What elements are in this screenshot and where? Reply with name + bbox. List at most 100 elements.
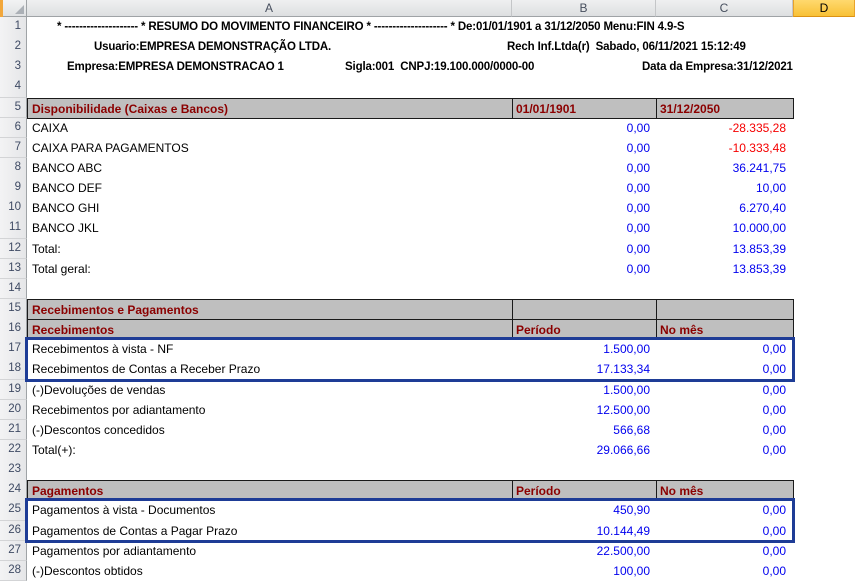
report-sigla-cnpj-label[interactable]: Sigla:001 CNPJ:19.100.000/0000-00: [345, 57, 534, 77]
cell-value-c-row9[interactable]: 10,00: [657, 178, 793, 198]
cell-value-c-row12[interactable]: 13.853,39: [657, 239, 793, 259]
section-cell-a-row16[interactable]: Recebimentos: [27, 319, 513, 340]
cell-label-row21[interactable]: (-)Descontos concedidos: [28, 420, 512, 440]
row-header-2[interactable]: 2: [0, 37, 27, 58]
section-cell-c-row16[interactable]: No mês: [657, 319, 794, 340]
cell-value-c-row6[interactable]: -28.335,28: [657, 118, 793, 138]
cell-value-c-row20[interactable]: 0,00: [657, 400, 793, 420]
row-header-23[interactable]: 23: [0, 460, 27, 481]
row-header-6[interactable]: 6: [0, 118, 27, 139]
section-cell-c-row24[interactable]: No mês: [657, 480, 794, 501]
cell-value-c-row21[interactable]: 0,00: [657, 420, 793, 440]
cell-value-b-row20[interactable]: 12.500,00: [513, 400, 656, 420]
cell-label-row10[interactable]: BANCO GHI: [28, 198, 512, 218]
cell-value-c-row11[interactable]: 10.000,00: [657, 218, 793, 238]
cell-value-c-row8[interactable]: 36.241,75: [657, 158, 793, 178]
cell-label-row12[interactable]: Total:: [28, 239, 512, 259]
cell-value-b-row8[interactable]: 0,00: [513, 158, 656, 178]
cell-value-c-row22[interactable]: 0,00: [657, 440, 793, 460]
row-header-5[interactable]: 5: [0, 98, 27, 119]
row-header-22[interactable]: 22: [0, 440, 27, 461]
row-header-11[interactable]: 11: [0, 218, 27, 239]
section-cell-a-row24[interactable]: Pagamentos: [27, 480, 513, 501]
row-header-17[interactable]: 17: [0, 339, 27, 360]
column-header-c[interactable]: C: [656, 0, 793, 17]
report-vendor-datetime[interactable]: Rech Inf.Ltda(r) Sabado, 06/11/2021 15:1…: [507, 37, 746, 57]
cell-label-row13[interactable]: Total geral:: [28, 259, 512, 279]
row-header-1[interactable]: 1: [0, 17, 27, 38]
row-header-14[interactable]: 14: [0, 279, 27, 300]
cell-label-row28[interactable]: (-)Descontos obtidos: [28, 561, 512, 581]
row-header-8[interactable]: 8: [0, 158, 27, 179]
cell-label-row19[interactable]: (-)Devoluções de vendas: [28, 380, 512, 400]
report-user-label[interactable]: Usuario:EMPRESA DEMONSTRAÇÃO LTDA.: [94, 37, 331, 57]
row-header-7[interactable]: 7: [0, 138, 27, 159]
report-company-date-label[interactable]: Data da Empresa:31/12/2021: [642, 57, 793, 77]
cell-label-row25[interactable]: Pagamentos à vista - Documentos: [28, 500, 512, 520]
cell-value-b-row12[interactable]: 0,00: [513, 239, 656, 259]
cell-value-b-row27[interactable]: 22.500,00: [513, 541, 656, 561]
column-header-a[interactable]: A: [27, 0, 512, 17]
section-cell-b-row16[interactable]: Período: [513, 319, 657, 340]
row-header-3[interactable]: 3: [0, 57, 27, 78]
cell-value-b-row26[interactable]: 10.144,49: [513, 521, 656, 541]
cell-value-b-row22[interactable]: 29.066,66: [513, 440, 656, 460]
column-header-d[interactable]: D: [793, 0, 855, 17]
cell-label-row17[interactable]: Recebimentos à vista - NF: [28, 339, 512, 359]
cell-value-b-row18[interactable]: 17.133,34: [513, 359, 656, 379]
row-header-25[interactable]: 25: [0, 500, 27, 521]
cell-value-b-row11[interactable]: 0,00: [513, 218, 656, 238]
cell-value-b-row19[interactable]: 1.500,00: [513, 380, 656, 400]
section-cell-a-row5[interactable]: Disponibilidade (Caixas e Bancos): [27, 98, 513, 119]
cell-value-b-row7[interactable]: 0,00: [513, 138, 656, 158]
cell-value-c-row10[interactable]: 6.270,40: [657, 198, 793, 218]
section-cell-c-row5[interactable]: 31/12/2050: [657, 98, 794, 119]
cell-label-row27[interactable]: Pagamentos por adiantamento: [28, 541, 512, 561]
cell-label-row8[interactable]: BANCO ABC: [28, 158, 512, 178]
cell-value-b-row10[interactable]: 0,00: [513, 198, 656, 218]
report-title-row1[interactable]: * -------------------- * RESUMO DO MOVIM…: [57, 17, 684, 37]
cell-value-b-row25[interactable]: 450,90: [513, 500, 656, 520]
row-header-12[interactable]: 12: [0, 239, 27, 260]
row-header-16[interactable]: 16: [0, 319, 27, 340]
row-header-24[interactable]: 24: [0, 480, 27, 501]
cell-value-c-row25[interactable]: 0,00: [657, 500, 793, 520]
column-header-b[interactable]: B: [512, 0, 656, 17]
cell-value-b-row17[interactable]: 1.500,00: [513, 339, 656, 359]
cell-label-row18[interactable]: Recebimentos de Contas a Receber Prazo: [28, 359, 512, 379]
cell-value-c-row28[interactable]: 0,00: [657, 561, 793, 581]
row-header-9[interactable]: 9: [0, 178, 27, 199]
cell-value-b-row13[interactable]: 0,00: [513, 259, 656, 279]
cell-label-row26[interactable]: Pagamentos de Contas a Pagar Prazo: [28, 521, 512, 541]
cell-value-c-row26[interactable]: 0,00: [657, 521, 793, 541]
cell-value-b-row21[interactable]: 566,68: [513, 420, 656, 440]
cell-value-c-row19[interactable]: 0,00: [657, 380, 793, 400]
cell-value-c-row18[interactable]: 0,00: [657, 359, 793, 379]
cell-value-b-row9[interactable]: 0,00: [513, 178, 656, 198]
cell-value-c-row13[interactable]: 13.853,39: [657, 259, 793, 279]
row-header-4[interactable]: 4: [0, 77, 27, 98]
row-header-18[interactable]: 18: [0, 359, 27, 380]
row-header-10[interactable]: 10: [0, 198, 27, 219]
row-header-27[interactable]: 27: [0, 541, 27, 562]
cell-value-c-row17[interactable]: 0,00: [657, 339, 793, 359]
worksheet[interactable]: A B C D * -------------------- * RESUMO …: [0, 0, 855, 581]
cell-label-row11[interactable]: BANCO JKL: [28, 218, 512, 238]
cell-value-b-row28[interactable]: 100,00: [513, 561, 656, 581]
row-header-21[interactable]: 21: [0, 420, 27, 441]
row-header-28[interactable]: 28: [0, 561, 27, 581]
cell-value-c-row7[interactable]: -10.333,48: [657, 138, 793, 158]
section-cell-c-row15[interactable]: [657, 299, 794, 320]
row-header-20[interactable]: 20: [0, 400, 27, 421]
row-header-15[interactable]: 15: [0, 299, 27, 320]
row-header-26[interactable]: 26: [0, 521, 27, 542]
row-header-19[interactable]: 19: [0, 380, 27, 401]
section-cell-b-row15[interactable]: [513, 299, 657, 320]
section-cell-a-row15[interactable]: Recebimentos e Pagamentos: [27, 299, 513, 320]
cell-label-row7[interactable]: CAIXA PARA PAGAMENTOS: [28, 138, 512, 158]
cell-value-b-row6[interactable]: 0,00: [513, 118, 656, 138]
report-company-label[interactable]: Empresa:EMPRESA DEMONSTRACAO 1: [67, 57, 284, 77]
cell-label-row22[interactable]: Total(+):: [28, 440, 512, 460]
row-header-13[interactable]: 13: [0, 259, 27, 280]
section-cell-b-row24[interactable]: Período: [513, 480, 657, 501]
